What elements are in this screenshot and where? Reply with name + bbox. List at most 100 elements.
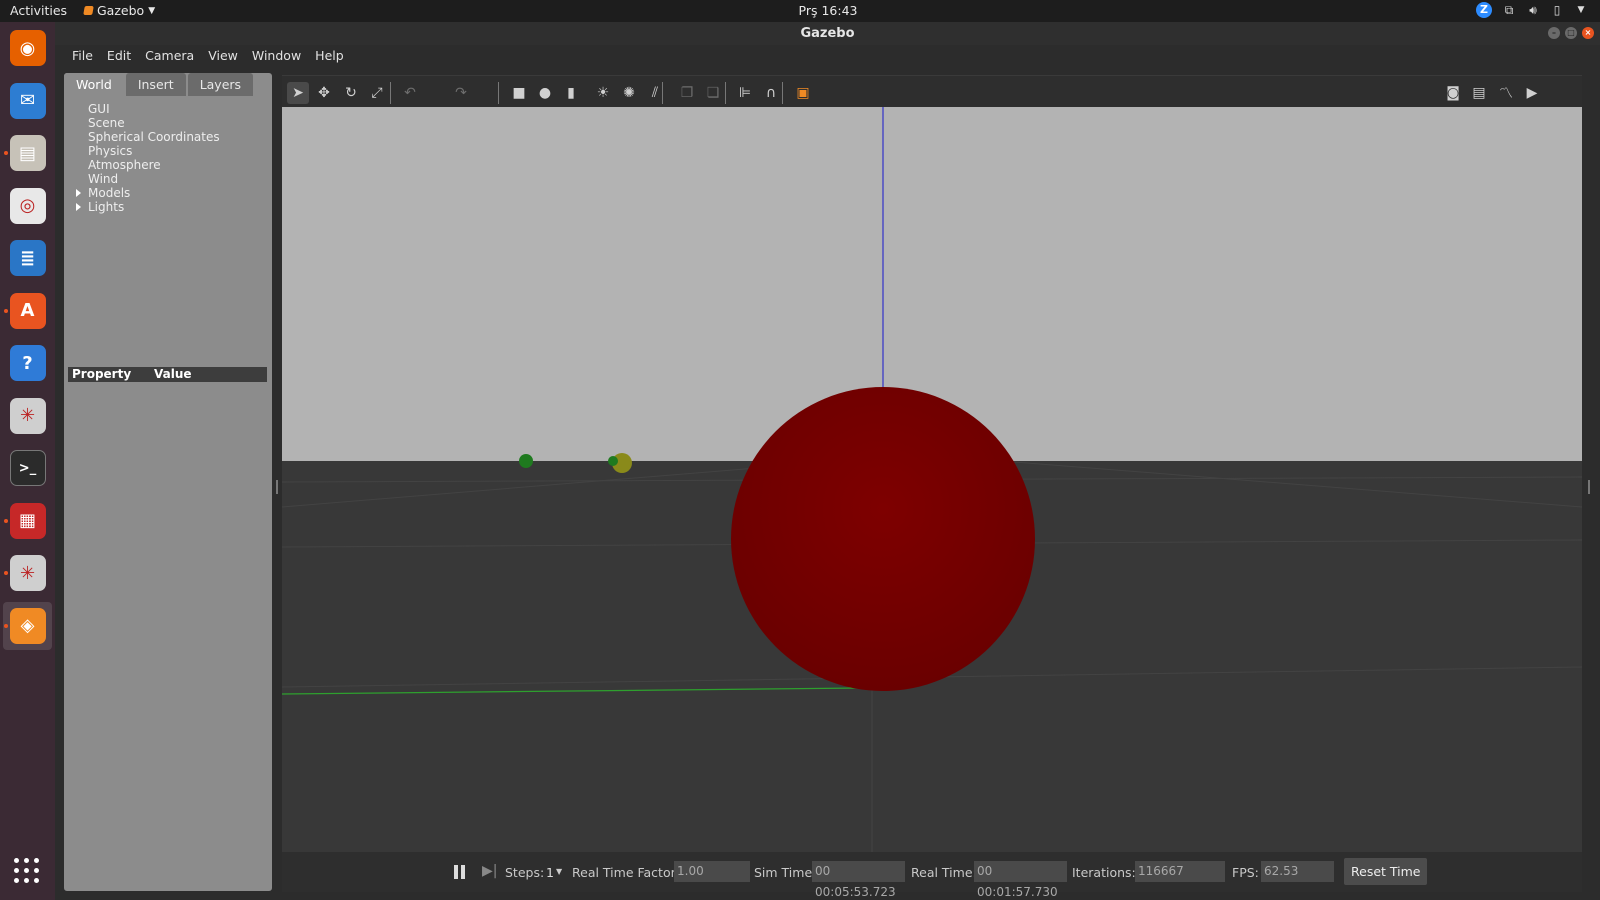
menu-help[interactable]: Help [308,45,351,67]
minimize-button[interactable]: – [1548,27,1560,39]
fps-label: FPS: [1232,865,1259,880]
tree-item-gui[interactable]: GUI [74,102,264,116]
world-tree: GUI Scene Spherical Coordinates Physics Atmo… [74,102,264,214]
viewport-right-splitter[interactable] [1588,480,1590,494]
tree-item-lights[interactable]: Lights [74,200,264,214]
steps-value[interactable]: 1 [546,865,554,880]
sphere-shape-icon[interactable]: ● [534,82,556,104]
tree-item-label: Models [88,186,131,200]
redo-icon[interactable]: ↷ [450,82,472,104]
tree-item-spherical-coordinates[interactable]: Spherical Coordinates [74,130,264,144]
dock-item-thunderbird[interactable]: ✉ [3,77,52,125]
tree-item-scene[interactable]: Scene [74,116,264,130]
paste-icon[interactable]: ❏ [702,82,724,104]
panel-splitter[interactable] [276,480,278,494]
battery-icon[interactable]: ▯ [1550,3,1564,17]
tab-insert[interactable]: Insert [125,73,186,96]
dock-item-files[interactable]: ▤ [3,129,52,177]
real-time-field: 00 00:01:57.730 [974,861,1067,899]
firefox-icon: ◉ [9,30,46,66]
select-arrow-icon[interactable]: ➤ [287,82,309,104]
menu-edit[interactable]: Edit [100,45,138,67]
spot-light-icon[interactable]: ✺ [618,82,640,104]
rhythmbox-icon: ◎ [9,187,46,224]
pause-icon-bar[interactable] [461,865,465,879]
3d-viewport[interactable] [282,107,1582,852]
scale-icon[interactable]: ⤢ [366,82,388,104]
plot-icon[interactable]: 〽 [1495,82,1517,104]
red-sphere-model[interactable] [731,387,1035,691]
tree-item-physics[interactable]: Physics [74,144,264,158]
iterations-label: Iterations: [1072,865,1136,880]
dock-item-ros-rviz[interactable]: ✳ [3,392,52,440]
scene-canvas [282,107,1582,852]
reset-time-button[interactable]: Reset Time [1344,858,1428,885]
cylinder-shape-icon[interactable]: ▮ [560,82,582,104]
screenshot-icon[interactable]: ◙ [1442,82,1464,104]
maximize-button[interactable]: □ [1565,27,1577,39]
menu-view[interactable]: View [201,45,245,67]
running-indicator [4,518,8,523]
tree-item-atmosphere[interactable]: Atmosphere [74,158,264,172]
dock-item-firefox[interactable]: ◉ [3,24,52,72]
clock[interactable]: Prş 16:43 [0,3,1600,18]
expand-arrow-icon[interactable] [76,203,81,211]
view-angle-icon[interactable]: ▣ [792,82,814,104]
real-time-label: Real Time: [911,865,977,880]
ubuntu-software-icon: A [9,292,46,329]
toolbar-separator [662,82,663,104]
value-column-header[interactable]: Value [154,367,192,382]
volume-icon[interactable]: 🔊︎ [1526,3,1540,17]
dock-item-rhythmbox[interactable]: ◎ [3,182,52,230]
box-shape-icon[interactable]: ■ [508,82,530,104]
video-record-icon[interactable]: ▶ [1521,82,1543,104]
fps-field: 62.53 [1261,861,1334,882]
align-icon[interactable]: ⊫ [734,82,756,104]
tab-world[interactable]: World [64,73,124,96]
step-icon[interactable]: ▶| [482,863,497,879]
snap-icon[interactable]: ∩ [760,82,782,104]
tree-item-wind[interactable]: Wind [74,172,264,186]
green-sphere-model[interactable] [519,454,533,468]
toolbar-separator [725,82,726,104]
panel-tabs: World Insert Layers [64,73,255,98]
rotate-icon[interactable]: ↻ [340,82,362,104]
property-column-header[interactable]: Property [72,367,131,382]
dock-item-help[interactable]: ? [3,339,52,387]
network-icon[interactable]: ⧉ [1502,3,1516,17]
zoom-icon[interactable]: Z [1476,2,1492,18]
point-light-icon[interactable]: ☀ [592,82,614,104]
libreoffice-writer-icon: ≣ [9,240,46,276]
help-icon: ? [9,345,46,381]
tree-item-models[interactable]: Models [74,186,264,200]
menu-window[interactable]: Window [245,45,308,67]
tree-item-label: Spherical Coordinates [88,130,220,144]
dock-item-gazebo[interactable]: ◈ [3,601,52,650]
apps-grid-icon[interactable] [14,858,40,884]
close-button[interactable]: × [1582,27,1594,39]
window-title: Gazebo [800,26,855,41]
dock-item-terminal[interactable]: >_ [3,444,52,492]
dock-item-ubuntu-software[interactable]: A [3,287,52,335]
undo-icon[interactable]: ↶ [399,82,421,104]
property-table-header: Property Value [68,367,267,382]
dock-item-red-app[interactable]: ▦ [3,497,52,545]
menu-file[interactable]: File [65,45,100,67]
dock-item-libreoffice-writer[interactable]: ≣ [3,234,52,282]
toolbar: ➤ ✥ ↻ ⤢ ↶ ↷ ■ ● ▮ ☀ ✺ ⫽ ❐ ❏ ⊫ ∩ ▣ ◙ ▤ 〽 ▶ [282,75,1582,107]
expand-arrow-icon[interactable] [76,189,81,197]
steps-label: Steps: [505,865,545,880]
log-icon[interactable]: ▤ [1468,82,1490,104]
dock-item-ros-rviz-2[interactable]: ✳ [3,549,52,597]
translate-icon[interactable]: ✥ [313,82,335,104]
small-green-sphere-model[interactable] [608,456,618,466]
pause-icon[interactable] [454,865,458,879]
steps-dropdown-arrow-icon[interactable]: ▼ [556,867,562,876]
y-axis-line [282,687,863,695]
menu-camera[interactable]: Camera [138,45,201,67]
tree-item-label: GUI [88,102,110,116]
copy-icon[interactable]: ❐ [676,82,698,104]
tab-layers[interactable]: Layers [187,73,254,96]
real-time-factor-field: 1.00 [674,861,750,882]
system-menu-arrow-icon[interactable]: ▼ [1574,3,1588,17]
